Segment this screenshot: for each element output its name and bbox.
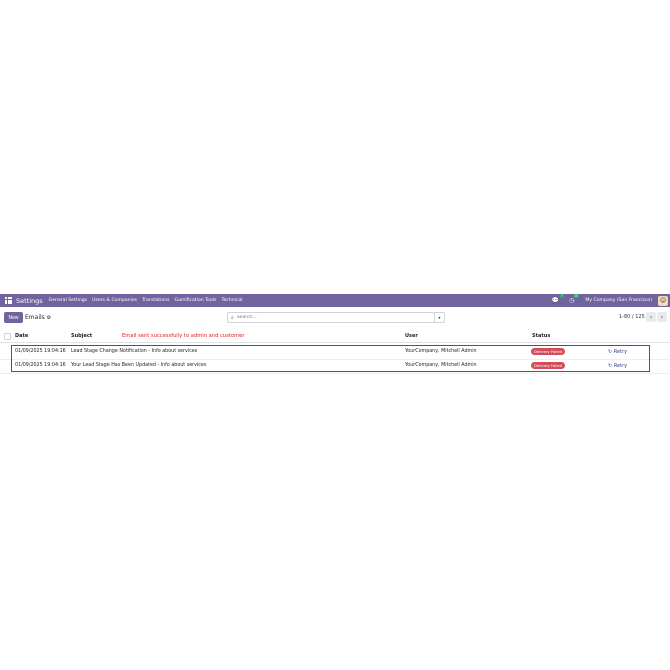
top-navbar: Settings General Settings Users & Compan… [0,294,670,307]
highlight-box [11,345,650,372]
breadcrumb: Emails ⚙ [25,314,51,321]
column-status[interactable]: Status [532,333,550,339]
menu-general-settings[interactable]: General Settings [49,298,87,303]
table-header: Date Subject Email sent successfully to … [0,331,670,343]
activity-clock-icon[interactable]: ◷ 10 [569,294,580,304]
pager-previous-button[interactable]: ‹ [646,312,656,322]
company-switcher[interactable]: My Company (San Francisco) [585,298,652,303]
column-subject[interactable]: Subject [71,333,92,339]
chat-badge: 7 [559,294,565,298]
pager-value[interactable]: 1-80 / 125 [619,314,645,320]
gear-icon[interactable]: ⚙ [47,315,51,321]
new-button[interactable]: New [4,312,23,323]
search-icon: ⌕ [231,314,234,321]
menu-gamification-tools[interactable]: Gamification Tools [175,298,217,303]
search-options-toggle-icon[interactable]: ▾ [434,313,444,322]
control-panel: New Emails ⚙ ⌕ ▾ 1-80 / 125 ‹ › [0,311,670,325]
user-avatar[interactable]: ☺ [658,295,668,306]
column-user[interactable]: User [405,333,418,339]
app-title[interactable]: Settings [16,297,43,305]
search-input[interactable] [236,315,427,320]
menu-technical[interactable]: Technical [221,298,242,303]
annotation-note: Email sent successfully to admin and cus… [122,333,245,339]
select-all-checkbox[interactable] [4,333,11,340]
activity-badge: 10 [572,294,580,298]
pager-next-button[interactable]: › [657,312,667,322]
chat-icon[interactable]: 💬 7 [552,294,565,304]
apps-menu-icon[interactable] [5,297,12,304]
column-date[interactable]: Date [15,333,28,339]
menu-users-companies[interactable]: Users & Companies [92,298,137,303]
breadcrumb-emails: Emails [25,314,45,321]
search-bar[interactable]: ⌕ ▾ [227,312,445,323]
menu-translations[interactable]: Translations [142,298,169,303]
